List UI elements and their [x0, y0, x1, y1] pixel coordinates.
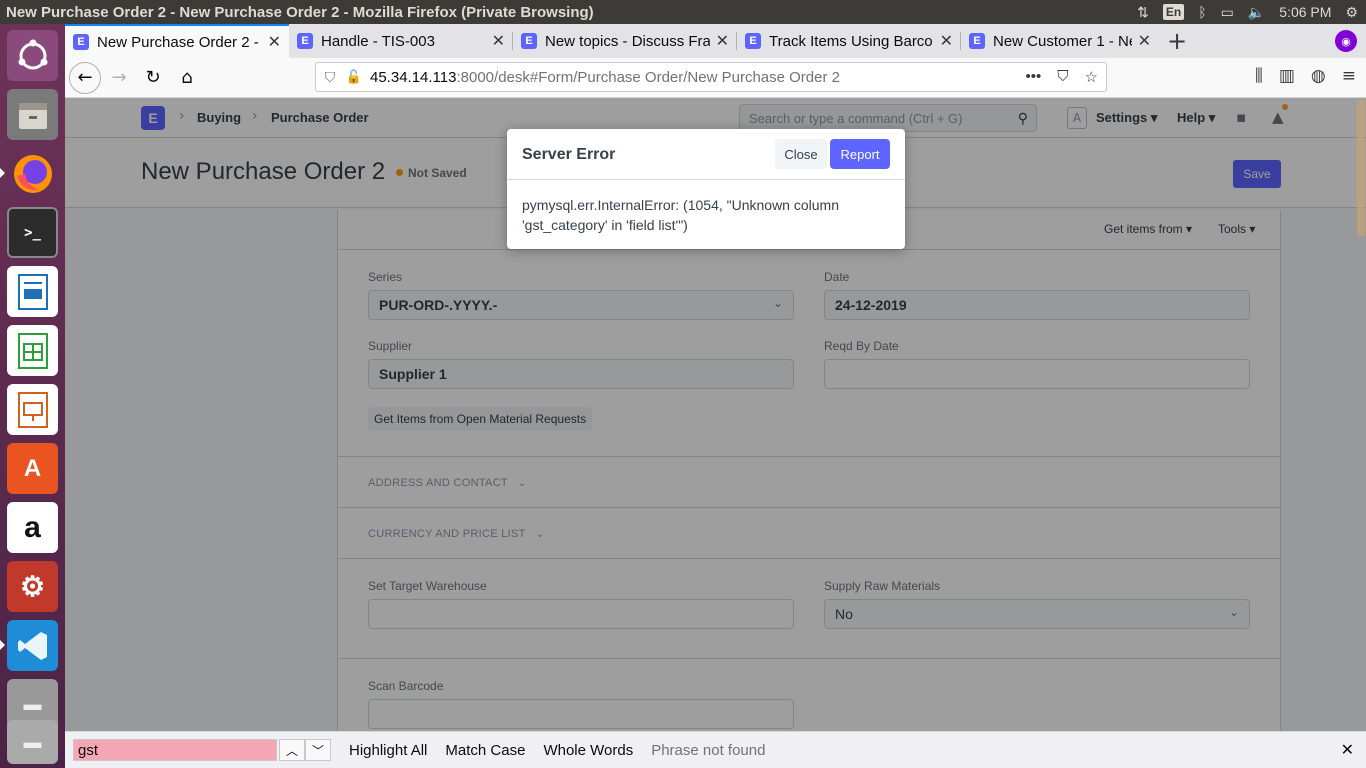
web-page: E › Buying › Purchase Order Search or ty…	[65, 98, 1366, 731]
tab-handle[interactable]: E Handle - TIS-003 ✕	[289, 24, 513, 58]
erpnext-favicon: E	[745, 33, 761, 49]
toolbar-right: ⫼ ▥ ◍ ≡	[1255, 66, 1356, 86]
bluetooth-icon[interactable]: ᛒ	[1198, 4, 1206, 20]
whole-words-toggle[interactable]: Whole Words	[543, 742, 633, 759]
close-button[interactable]: Close	[775, 139, 827, 169]
close-tab-icon[interactable]: ✕	[492, 31, 505, 51]
firefox-icon[interactable]	[0, 148, 58, 199]
tab-new-purchase-order[interactable]: E New Purchase Order 2 - ✕	[65, 24, 289, 58]
clock[interactable]: 5:06 PM	[1279, 4, 1331, 20]
close-tab-icon[interactable]: ✕	[1138, 31, 1151, 51]
vscode-icon[interactable]	[0, 620, 58, 671]
pocket-icon[interactable]: ⛉	[1057, 68, 1068, 86]
keyboard-layout-indicator[interactable]: En	[1162, 4, 1185, 20]
system-tray: ⇅ En ᛒ ▭ 🔈 5:06 PM ⚙	[1137, 4, 1366, 21]
server-error-dialog: Server Error Close Report pymysql.err.In…	[507, 129, 905, 249]
tab-label: Handle - TIS-003	[321, 32, 435, 50]
highlight-all-toggle[interactable]: Highlight All	[349, 742, 427, 759]
calc-icon[interactable]	[7, 325, 58, 376]
tracking-shield-icon[interactable]: ⛉	[316, 69, 344, 86]
system-top-bar: New Purchase Order 2 - New Purchase Orde…	[0, 0, 1366, 24]
files-icon[interactable]	[7, 89, 58, 140]
power-settings-icon[interactable]: ⚙	[1345, 4, 1358, 21]
close-tab-icon[interactable]: ✕	[940, 31, 953, 51]
find-status: Phrase not found	[651, 741, 766, 759]
page-scrollbar[interactable]	[1356, 98, 1366, 731]
account-icon[interactable]: ◍	[1311, 66, 1326, 86]
find-next-button[interactable]: ﹀	[305, 739, 331, 761]
error-message: pymysql.err.InternalError: (1054, "Unkno…	[522, 197, 839, 233]
battery-icon[interactable]: ▭	[1221, 4, 1234, 21]
dialog-header: Server Error Close Report	[507, 129, 905, 180]
find-previous-button[interactable]: ︿	[279, 739, 305, 761]
erpnext-favicon: E	[297, 33, 313, 49]
tab-label: New topics - Discuss Fra	[545, 32, 710, 50]
tab-new-customer[interactable]: E New Customer 1 - New C ✕	[961, 24, 1159, 58]
tab-label: Track Items Using Barco	[769, 32, 933, 50]
find-input[interactable]	[73, 739, 277, 761]
bookmark-star-icon[interactable]: ☆	[1085, 68, 1098, 86]
tab-discuss[interactable]: E New topics - Discuss Fra ✕	[513, 24, 737, 58]
impress-icon[interactable]	[7, 384, 58, 435]
forward-button[interactable]: →	[103, 62, 135, 94]
ubuntu-launcher: >_ A a ⚙ ▬ ▬	[0, 24, 65, 768]
home-button[interactable]: ⌂	[171, 62, 203, 94]
scrollbar-thumb[interactable]	[1357, 100, 1365, 236]
window-title: New Purchase Order 2 - New Purchase Orde…	[6, 3, 594, 21]
trash-drive-icon[interactable]: ▬	[7, 720, 58, 764]
browser-nav-bar: ← → ↻ ⌂ ⛉ 🔓 45.34.14.113:8000/desk#Form/…	[65, 58, 1366, 98]
url-host: 45.34.14.113	[370, 68, 457, 86]
private-browsing-icon: ◉	[1326, 24, 1366, 58]
writer-icon[interactable]	[7, 266, 58, 317]
close-tab-icon[interactable]: ✕	[716, 31, 729, 51]
tab-track-items[interactable]: E Track Items Using Barco ✕	[737, 24, 961, 58]
network-icon[interactable]: ⇅	[1137, 4, 1149, 21]
url-bar[interactable]: ⛉ 🔓 45.34.14.113:8000/desk#Form/Purchase…	[315, 62, 1107, 92]
tab-label: New Customer 1 - New C	[993, 32, 1132, 50]
system-settings-icon[interactable]: ⚙	[7, 561, 58, 612]
close-tab-icon[interactable]: ✕	[268, 32, 281, 52]
volume-icon[interactable]: 🔈	[1248, 4, 1265, 21]
page-actions-icon[interactable]: •••	[1026, 68, 1042, 86]
ubuntu-dash-icon[interactable]	[7, 30, 58, 81]
browser-tab-bar: E New Purchase Order 2 - ✕ E Handle - TI…	[65, 24, 1366, 58]
find-bar: ︿ ﹀ Highlight All Match Case Whole Words…	[65, 731, 1366, 768]
erpnext-favicon: E	[969, 33, 985, 49]
dialog-title: Server Error	[522, 146, 616, 163]
library-icon[interactable]: ⫼	[1255, 66, 1263, 86]
software-center-icon[interactable]: A	[7, 443, 58, 494]
match-case-toggle[interactable]: Match Case	[445, 742, 525, 759]
insecure-lock-icon[interactable]: 🔓	[344, 69, 364, 85]
terminal-icon[interactable]: >_	[7, 207, 58, 258]
hamburger-menu-icon[interactable]: ≡	[1342, 66, 1356, 86]
url-actions: ••• ⛉ ☆	[1026, 68, 1098, 86]
report-button[interactable]: Report	[830, 139, 890, 169]
amazon-icon[interactable]: a	[7, 502, 58, 553]
back-button[interactable]: ←	[69, 61, 101, 94]
sidebar-icon[interactable]: ▥	[1279, 66, 1295, 86]
reload-button[interactable]: ↻	[137, 62, 169, 94]
erpnext-favicon: E	[73, 34, 89, 50]
erpnext-favicon: E	[521, 33, 537, 49]
url-path: :8000/desk#Form/Purchase Order/New Purch…	[456, 68, 840, 86]
new-tab-button[interactable]: +	[1159, 24, 1195, 58]
tab-label: New Purchase Order 2 -	[97, 33, 259, 51]
close-find-bar-icon[interactable]: ✕	[1341, 740, 1354, 760]
